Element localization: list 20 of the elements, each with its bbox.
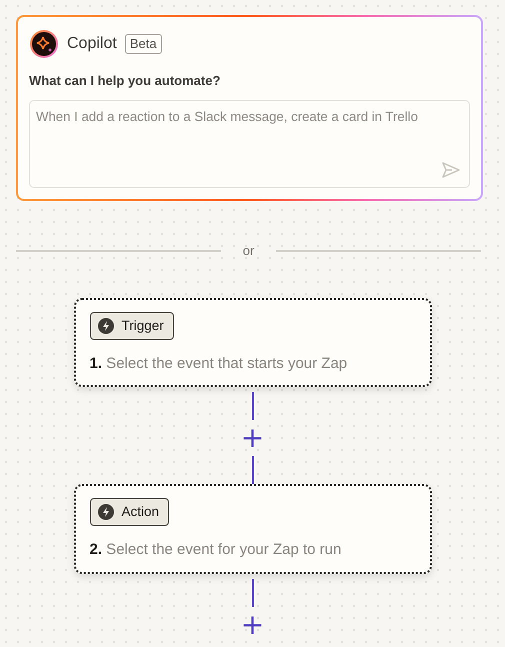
beta-badge: Beta: [124, 34, 162, 54]
copilot-title: Copilot: [67, 34, 117, 54]
lightning-icon: [98, 504, 114, 520]
connector-line: [252, 456, 254, 484]
lightning-icon: [98, 318, 114, 334]
step-card[interactable]: Trigger 1. Select the event that starts your Zap: [74, 298, 432, 388]
step-tag: Action: [90, 498, 170, 526]
prompt-label: What can I help you automate?: [29, 72, 222, 90]
add-step-button[interactable]: +: [240, 610, 264, 639]
step-description: 1. Select the event that starts your Zap: [90, 354, 348, 374]
or-label: or: [242, 242, 256, 260]
connector-line: [252, 392, 254, 420]
step-card[interactable]: Action 2. Select the event for your Zap to run: [74, 484, 432, 574]
sparkle-logo-icon: [29, 29, 59, 59]
add-step-button[interactable]: +: [240, 424, 264, 452]
send-icon[interactable]: [441, 160, 461, 180]
connector-line: [252, 578, 254, 607]
step-tag: Trigger: [90, 312, 174, 340]
step-description: 2. Select the event for your Zap to run: [90, 540, 342, 560]
prompt-field[interactable]: When I add a reaction to a Slack message, create a card in Trello: [29, 100, 470, 188]
